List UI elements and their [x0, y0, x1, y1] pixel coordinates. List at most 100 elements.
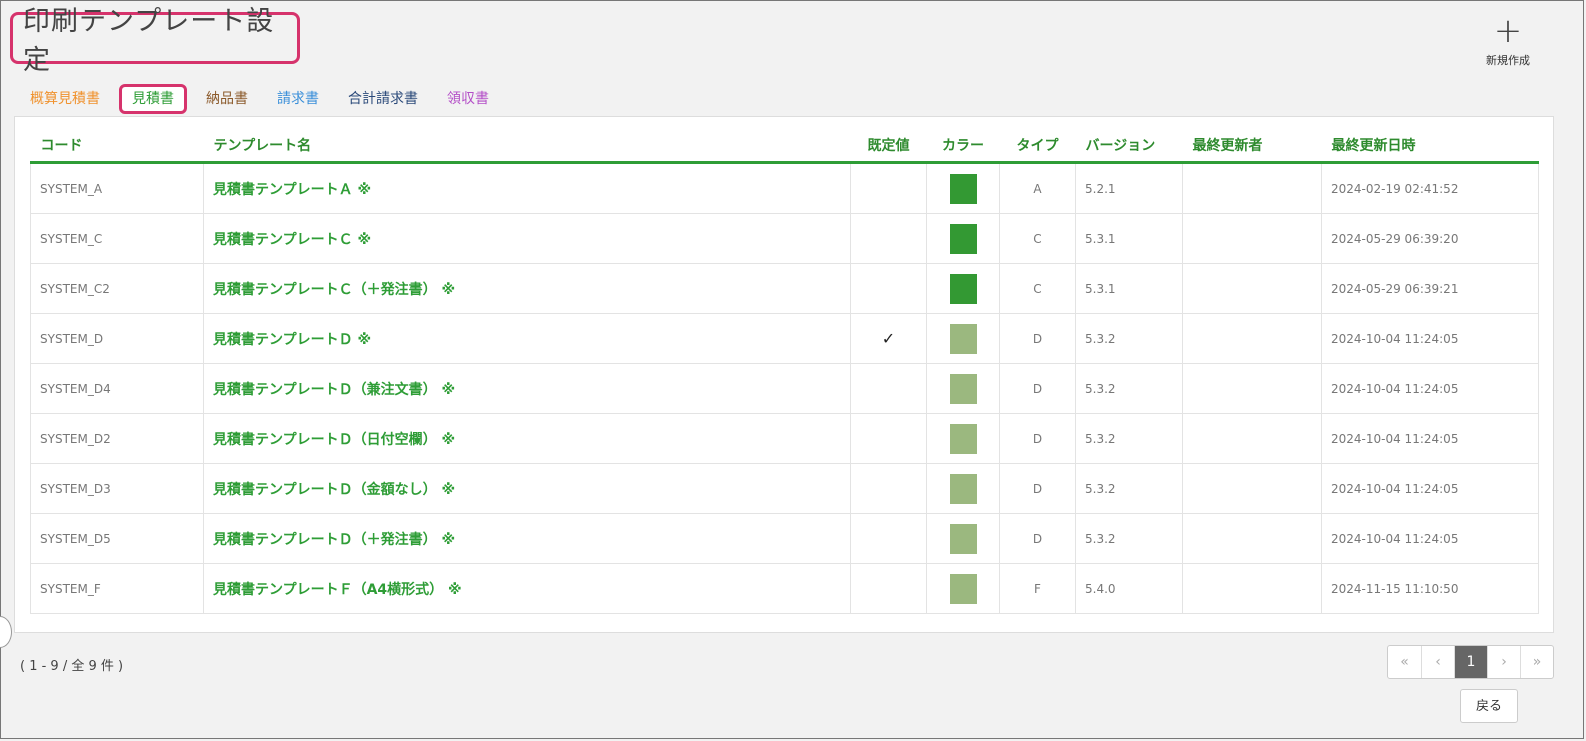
page-1-button[interactable]: 1: [1454, 646, 1487, 678]
template-list-panel: コード テンプレート名 既定値 カラー タイプ バージョン 最終更新者 最終更新…: [14, 116, 1554, 633]
color-swatch: [949, 573, 977, 604]
new-template-button[interactable]: + 新規作成: [1478, 14, 1538, 67]
column-header-version[interactable]: バージョン: [1075, 129, 1183, 164]
color-swatch: [949, 373, 977, 404]
cell-updater: [1182, 513, 1322, 564]
cell-code: SYSTEM_C2: [30, 263, 204, 314]
cell-updated: 2024-10-04 11:24:05: [1321, 413, 1539, 464]
page-title-box: 印刷テンプレート設定: [10, 6, 300, 76]
cell-version: 5.3.2: [1075, 313, 1183, 364]
color-swatch: [949, 173, 977, 204]
cell-version: 5.3.1: [1075, 213, 1183, 264]
cell-template-name[interactable]: 見積書テンプレートＤ（兼注文書） ※: [203, 363, 851, 414]
tab-estimate-draft[interactable]: 概算見積書: [20, 84, 110, 114]
table-row[interactable]: SYSTEM_C2 見積書テンプレートＣ（＋発注書） ※ C 5.3.1 2024-05…: [30, 263, 1539, 314]
column-header-name[interactable]: テンプレート名: [203, 129, 851, 164]
cell-color: [926, 413, 1000, 464]
color-swatch: [949, 423, 977, 454]
cell-type: A: [999, 162, 1076, 214]
column-header-type[interactable]: タイプ: [999, 129, 1076, 164]
cell-updater: [1182, 213, 1322, 264]
record-count: ( 1 - 9 / 全 9 件 ): [20, 659, 124, 674]
column-header-updated[interactable]: 最終更新日時: [1321, 129, 1539, 164]
cell-version: 5.4.0: [1075, 563, 1183, 614]
cell-template-name[interactable]: 見積書テンプレートＤ（金額なし） ※: [203, 463, 851, 514]
page-title: 印刷テンプレート設定: [23, 6, 275, 76]
cell-template-name[interactable]: 見積書テンプレートＦ（A4横形式） ※: [203, 563, 851, 614]
column-header-code[interactable]: コード: [30, 129, 204, 164]
cell-updated: 2024-10-04 11:24:05: [1321, 513, 1539, 564]
cell-default: [850, 563, 927, 614]
cell-updated: 2024-10-04 11:24:05: [1321, 463, 1539, 514]
table-row[interactable]: SYSTEM_A 見積書テンプレートＡ ※ A 5.2.1 2024-02-19 02:…: [30, 162, 1539, 214]
cell-type: D: [999, 363, 1076, 414]
first-page-button[interactable]: «: [1388, 646, 1421, 678]
cell-code: SYSTEM_D3: [30, 463, 204, 514]
cell-default: ✓: [850, 313, 927, 364]
color-swatch: [949, 223, 977, 254]
prev-page-button[interactable]: ‹: [1421, 646, 1454, 678]
cell-template-name[interactable]: 見積書テンプレートＤ（＋発注書） ※: [203, 513, 851, 564]
cell-default: [850, 263, 927, 314]
tab-delivery[interactable]: 納品書: [196, 84, 258, 114]
table-row[interactable]: SYSTEM_D4 見積書テンプレートＤ（兼注文書） ※ D 5.3.2 2024-10…: [30, 363, 1539, 414]
back-button[interactable]: 戻る: [1460, 689, 1518, 723]
cell-version: 5.3.1: [1075, 263, 1183, 314]
cell-code: SYSTEM_D4: [30, 363, 204, 414]
cell-type: F: [999, 563, 1076, 614]
cell-default: [850, 363, 927, 414]
new-template-label: 新規作成: [1486, 54, 1530, 67]
table-row[interactable]: SYSTEM_F 見積書テンプレートＦ（A4横形式） ※ F 5.4.0 2024-11…: [30, 563, 1539, 614]
table-row[interactable]: SYSTEM_D3 見積書テンプレートＤ（金額なし） ※ D 5.3.2 2024-10…: [30, 463, 1539, 514]
column-header-color[interactable]: カラー: [926, 129, 1000, 164]
column-header-updater[interactable]: 最終更新者: [1182, 129, 1322, 164]
cell-code: SYSTEM_F: [30, 563, 204, 614]
pagination: « ‹ 1 › »: [1387, 645, 1554, 679]
cell-updater: [1182, 263, 1322, 314]
cell-color: [926, 313, 1000, 364]
cell-version: 5.2.1: [1075, 162, 1183, 214]
cell-template-name[interactable]: 見積書テンプレートＣ ※: [203, 213, 851, 264]
table-row[interactable]: SYSTEM_C 見積書テンプレートＣ ※ C 5.3.1 2024-05-29 06:…: [30, 213, 1539, 264]
tab-receipt[interactable]: 領収書: [437, 84, 499, 114]
cell-type: D: [999, 463, 1076, 514]
column-header-default[interactable]: 既定値: [850, 129, 927, 164]
cell-color: [926, 513, 1000, 564]
cell-updater: [1182, 162, 1322, 214]
cell-template-name[interactable]: 見積書テンプレートＣ（＋発注書） ※: [203, 263, 851, 314]
table-row[interactable]: SYSTEM_D5 見積書テンプレートＤ（＋発注書） ※ D 5.3.2 2024-10…: [30, 513, 1539, 564]
tab-estimate[interactable]: 見積書: [119, 84, 187, 114]
cell-version: 5.3.2: [1075, 463, 1183, 514]
cell-type: D: [999, 313, 1076, 364]
cell-updater: [1182, 463, 1322, 514]
table-row[interactable]: SYSTEM_D2 見積書テンプレートＤ（日付空欄） ※ D 5.3.2 2024-10…: [30, 413, 1539, 464]
cell-updated: 2024-11-15 11:10:50: [1321, 563, 1539, 614]
cell-default: [850, 463, 927, 514]
cell-code: SYSTEM_D: [30, 313, 204, 364]
cell-code: SYSTEM_D5: [30, 513, 204, 564]
cell-updater: [1182, 313, 1322, 364]
cell-code: SYSTEM_A: [30, 162, 204, 214]
cell-default: [850, 413, 927, 464]
cell-default: [850, 162, 927, 214]
table-row[interactable]: SYSTEM_D 見積書テンプレートＤ ※ ✓ D 5.3.2 2024-10-04 11…: [30, 313, 1539, 364]
cell-color: [926, 213, 1000, 264]
cell-template-name[interactable]: 見積書テンプレートＤ ※: [203, 313, 851, 364]
last-page-button[interactable]: »: [1520, 646, 1553, 678]
cell-color: [926, 363, 1000, 414]
tab-invoice[interactable]: 請求書: [267, 84, 329, 114]
cell-version: 5.3.2: [1075, 363, 1183, 414]
color-swatch: [949, 273, 977, 304]
tab-total-invoice[interactable]: 合計請求書: [338, 84, 428, 114]
color-swatch: [949, 523, 977, 554]
cell-template-name[interactable]: 見積書テンプレートＤ（日付空欄） ※: [203, 413, 851, 464]
template-table: コード テンプレート名 既定値 カラー タイプ バージョン 最終更新者 最終更新…: [30, 129, 1539, 614]
cell-updated: 2024-10-04 11:24:05: [1321, 363, 1539, 414]
cell-updated: 2024-02-19 02:41:52: [1321, 162, 1539, 214]
cell-template-name[interactable]: 見積書テンプレートＡ ※: [203, 162, 851, 214]
cell-code: SYSTEM_C: [30, 213, 204, 264]
next-page-button[interactable]: ›: [1487, 646, 1520, 678]
cell-version: 5.3.2: [1075, 513, 1183, 564]
cell-type: D: [999, 413, 1076, 464]
cell-version: 5.3.2: [1075, 413, 1183, 464]
